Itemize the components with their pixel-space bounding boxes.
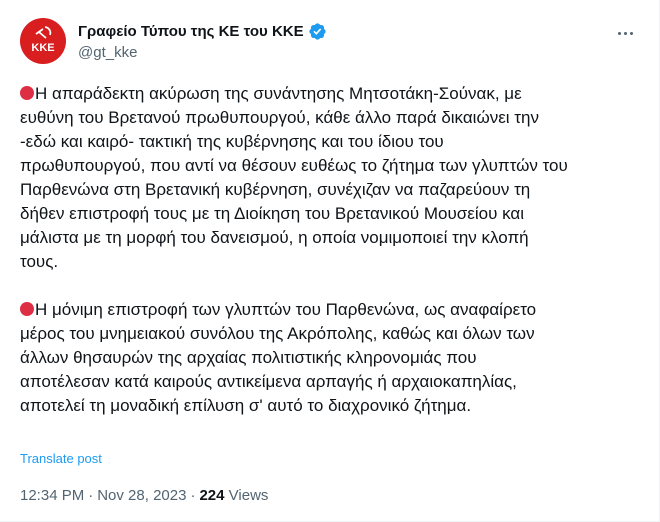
author-handle[interactable]: @gt_kke xyxy=(78,44,327,61)
tweet-header: ΚΚΕ Γραφείο Τύπου της ΚΕ του ΚΚΕ @gt_kke xyxy=(20,18,643,66)
meta-separator: · xyxy=(190,487,196,504)
red-circle-icon xyxy=(20,86,34,100)
paragraph-text: Η μόνιμη επιστροφή των γλυπτών του Παρθε… xyxy=(20,300,537,415)
verified-badge-icon[interactable] xyxy=(308,22,327,41)
display-name[interactable]: Γραφείο Τύπου της ΚΕ του ΚΚΕ xyxy=(78,23,304,40)
post-time[interactable]: 12:34 PM xyxy=(20,487,84,504)
post-date[interactable]: Nov 28, 2023 xyxy=(97,487,186,504)
tweet-paragraph: Η απαράδεκτη ακύρωση της συνάντησης Μητσ… xyxy=(20,82,645,274)
tweet-paragraph: Η μόνιμη επιστροφή των γλυπτών του Παρθε… xyxy=(20,298,645,418)
avatar[interactable]: ΚΚΕ xyxy=(20,18,66,64)
meta-separator: · xyxy=(88,487,94,504)
translate-post-link[interactable]: Translate post xyxy=(20,451,102,466)
tweet-text: Η απαράδεκτη ακύρωση της συνάντησης Μητσ… xyxy=(20,82,645,418)
paragraph-text: Η απαράδεκτη ακύρωση της συνάντησης Μητσ… xyxy=(20,84,568,271)
red-circle-icon xyxy=(20,302,34,316)
author-names: Γραφείο Τύπου της ΚΕ του ΚΚΕ @gt_kke xyxy=(78,21,327,61)
kke-logo-icon: ΚΚΕ xyxy=(31,26,55,54)
tweet-meta: 12:34 PM · Nov 28, 2023 · 224 Views xyxy=(20,487,268,504)
views-count[interactable]: 224 xyxy=(199,487,224,504)
more-horizontal-icon[interactable] xyxy=(613,24,637,42)
views-label[interactable]: Views xyxy=(229,487,269,504)
tweet-card: ΚΚΕ Γραφείο Τύπου της ΚΕ του ΚΚΕ @gt_kke… xyxy=(0,0,660,522)
avatar-text: ΚΚΕ xyxy=(31,42,54,54)
